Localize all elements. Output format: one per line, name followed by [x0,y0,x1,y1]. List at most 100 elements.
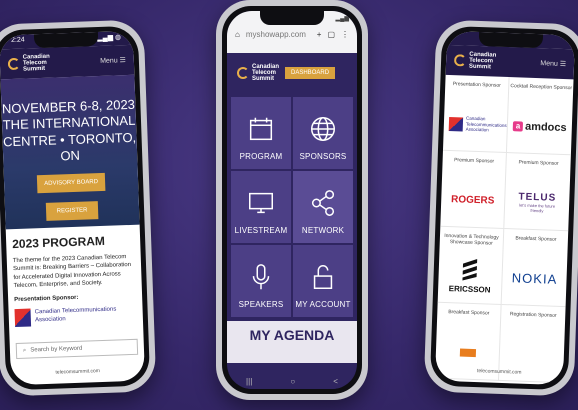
sponsor-card[interactable]: Cocktail Reception Sponsor a amdocs [506,77,574,156]
app-header: Canadian Telecom Summit DASHBOARD [227,53,357,93]
sponsor-name: NOKIA [511,270,558,287]
recent-apps-icon[interactable]: ||| [246,377,252,386]
ericsson-mark-icon [462,259,478,281]
summit-logo-icon [237,66,249,79]
presentation-sponsor-label: Presentation Sponsor: [14,294,79,303]
sponsor-tier: Premium Sponsor [454,157,495,165]
menu-grid: PROGRAM SPONSORS LIVESTREAM NETWORK SPEA… [227,93,357,321]
summit-logo-icon [453,54,467,67]
sponsor-tier: Breakfast Sponsor [515,235,557,243]
site-header: Canadian Telecom Summit Menu ☰ [445,44,575,80]
microphone-icon [252,264,270,290]
sponsor-name: ERICSSON [448,284,491,295]
sponsor-name: Canadian Telecommunications Association [465,115,507,133]
unlock-icon [313,265,333,289]
hamburger-icon: ☰ [559,60,567,69]
cta-logo: Canadian Telecommunications Association [448,97,507,152]
center-phone: ▂▄▆ ⌂ myshowapp.com + ▢ ⋮ Canadian Telec… [216,0,368,400]
globe-icon [311,117,335,141]
cta-logo-icon [14,308,32,327]
menu-label: Menu [100,57,118,65]
sponsor-tier: Innovation & Technology Showcase Sponsor [444,232,499,247]
new-tab-icon[interactable]: + [317,30,322,39]
tile-program[interactable]: PROGRAM [231,97,291,169]
menu-button[interactable]: Menu ☰ [540,59,566,68]
right-phone: Canadian Telecom Summit Menu ☰ Presentat… [423,19,578,397]
sponsor-card[interactable]: Premium Sponsor TELUS let's make the fut… [504,153,571,232]
nokia-logo: NOKIA [511,251,558,306]
sponsor-card[interactable]: Premium Sponsor ROGERS [440,150,507,229]
hero-banner: NOVEMBER 6-8, 2023 THE INTERNATIONAL CEN… [0,74,140,230]
summit-logo[interactable]: Canadian Telecom Summit [237,64,279,83]
sponsor-card[interactable]: Innovation & Technology Showcase Sponsor… [437,226,505,305]
summit-logo[interactable]: Canadian Telecom Summit [453,51,496,71]
cta-sponsor-logo[interactable]: Canadian Telecommunications Association [14,304,137,327]
address-field[interactable]: myshowapp.com [246,30,311,39]
venue-line-2: CENTRE • TORONTO, ON [2,129,137,164]
ericsson-logo: ERICSSON [448,249,492,303]
home-icon[interactable]: ⌂ [235,30,240,39]
tile-sponsors[interactable]: SPONSORS [293,97,353,169]
search-placeholder: Search by Keyword [30,345,83,354]
tile-label: SPONSORS [299,152,347,161]
sponsor-tier: Presentation Sponsor [452,81,501,89]
menu-button[interactable]: Menu ☰ [100,56,126,65]
my-agenda-button[interactable]: MY AGENDA [227,321,357,363]
advisory-board-button[interactable]: ADVISORY BOARD [36,172,106,194]
promo-stage: 2:24 ▂▄▆ ◍ Canadian Telecom Summit Menu … [0,0,578,410]
logo-line: Canadian [252,63,280,70]
tile-my-account[interactable]: MY ACCOUNT [293,245,353,317]
telus-logo: TELUS let's make the future friendly [516,175,558,229]
program-section: 2023 PROGRAM The theme for the 2023 Cana… [6,225,144,335]
logo-line: Summit [23,65,46,73]
sponsor-tier: Breakfast Sponsor [448,309,490,317]
sponsor-name: ROGERS [450,194,495,207]
summit-logo[interactable]: Canadian Telecom Summit [7,53,51,73]
left-phone: 2:24 ▂▄▆ ◍ Canadian Telecom Summit Menu … [0,19,157,397]
tile-livestream[interactable]: LIVESTREAM [231,171,291,243]
sponsor-card[interactable]: Breakfast Sponsor NOKIA [501,228,569,308]
amdocs-mark-icon: a [512,120,524,132]
sponsor-grid: Presentation Sponsor Canadian Telecommun… [435,74,574,384]
hamburger-icon: ☰ [119,57,127,65]
more-icon[interactable]: ⋮ [341,30,349,39]
status-time: 2:24 [10,36,25,45]
sponsor-card[interactable]: Presentation Sponsor Canadian Telecommun… [442,74,510,154]
tile-label: SPEAKERS [238,300,284,309]
logo-line: Summit [468,63,492,71]
rogers-logo: ROGERS [450,173,495,227]
dashboard-button[interactable]: DASHBOARD [285,67,336,79]
home-button-icon[interactable]: ○ [290,377,295,386]
tile-network[interactable]: NETWORK [293,171,353,243]
tile-label: MY ACCOUNT [295,300,351,309]
signal-icon: ▂▄▆ ◍ [97,34,122,43]
tabs-icon[interactable]: ▢ [327,30,335,39]
back-icon[interactable]: < [333,377,338,386]
logo-line: Summit [252,76,275,83]
telus-tagline: let's make the future friendly [519,202,556,214]
amdocs-logo: a amdocs [512,99,567,154]
android-nav-bar: ||| ○ < [227,373,357,389]
sponsor-tier: Registration Sponsor [509,311,557,319]
sponsor-tier: Premium Sponsor [518,159,559,167]
search-input[interactable]: ⌕ Search by Keyword [15,338,139,359]
cta-logo-icon [448,116,464,131]
site-header: Canadian Telecom Summit Menu ☰ [0,44,135,80]
orange-mark-icon [459,348,476,357]
monitor-icon [249,192,273,214]
tile-label: NETWORK [301,226,345,235]
cta-name: Canadian Telecommunications Association [34,306,117,323]
menu-label: Menu [540,60,558,68]
summit-logo-icon [7,57,21,71]
tile-label: LIVESTREAM [234,226,288,235]
share-icon [311,190,335,216]
sponsor-name: amdocs [524,120,567,134]
program-text: The theme for the 2023 Canadian Telecom … [12,254,132,290]
calendar-icon [249,117,273,141]
tile-speakers[interactable]: SPEAKERS [231,245,291,317]
site-url: telecomsummit.com [55,368,101,376]
program-title: 2023 PROGRAM [11,233,106,252]
signal-icon: ▂▄▆ [335,16,349,22]
register-button[interactable]: REGISTER [45,201,99,221]
tile-label: PROGRAM [239,152,283,161]
